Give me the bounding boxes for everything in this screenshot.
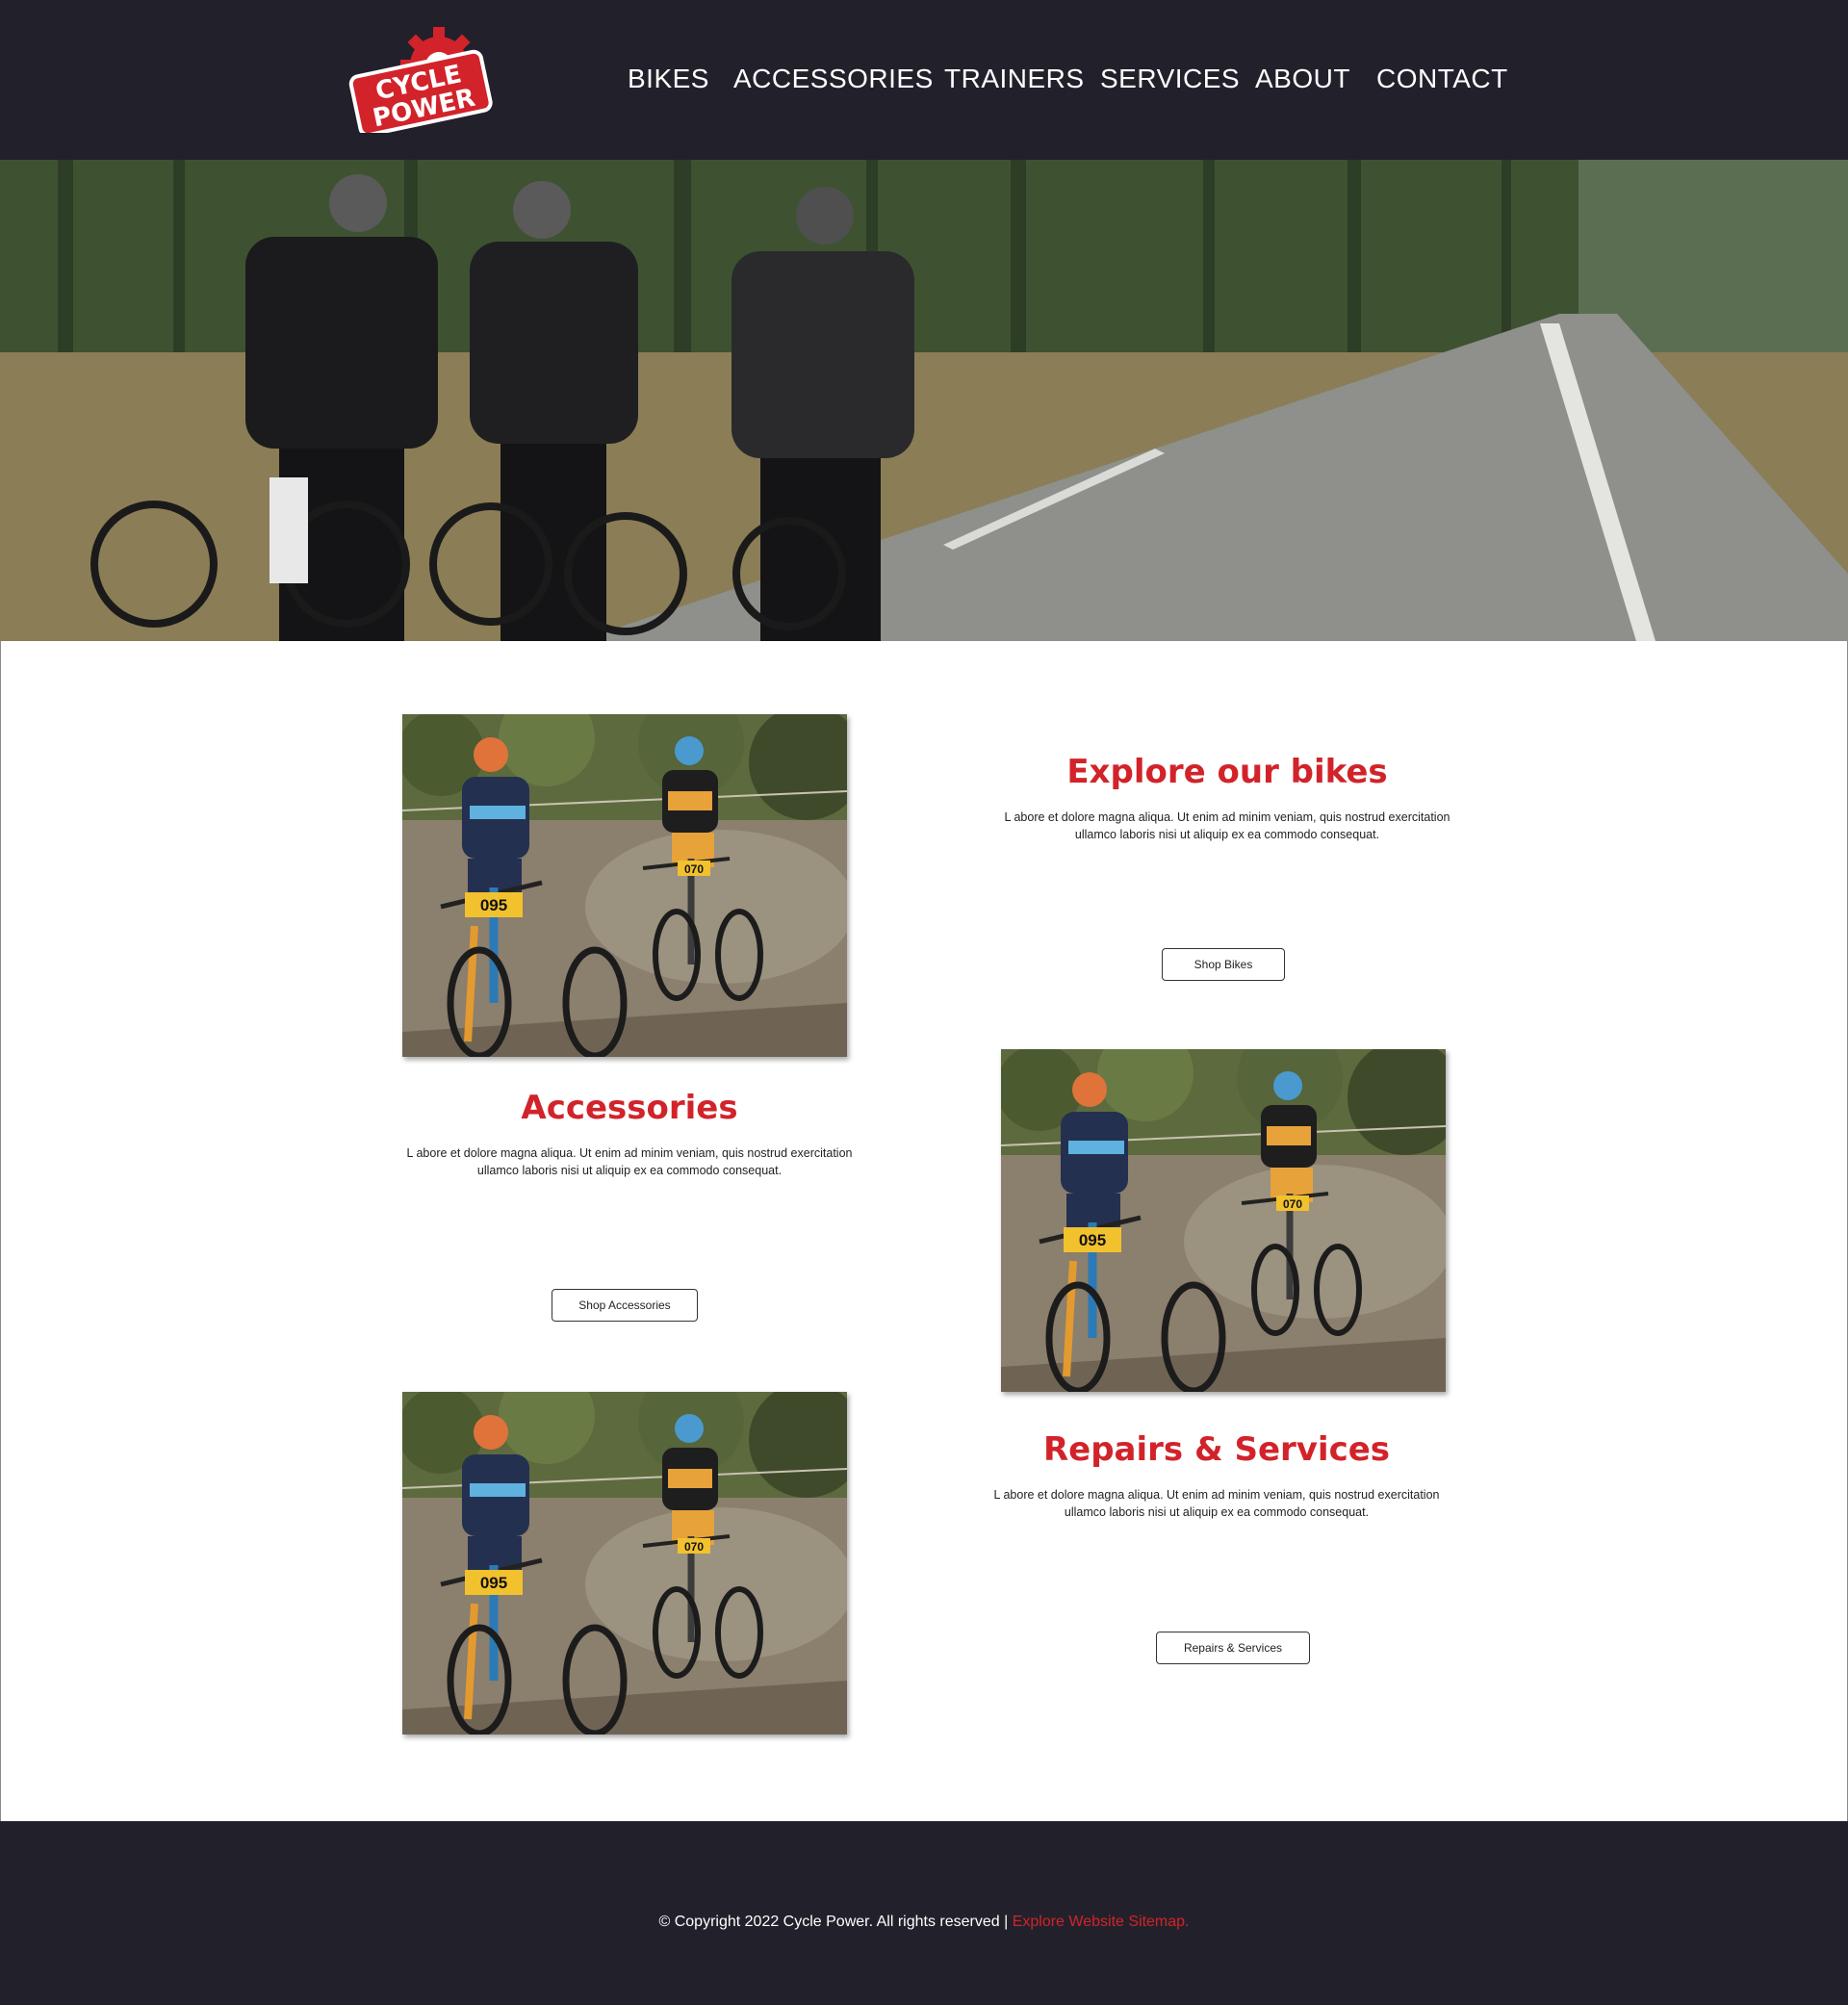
nav-bikes[interactable]: BIKES xyxy=(628,64,709,94)
nav-accessories[interactable]: ACCESSORIES xyxy=(733,64,934,94)
nav-services[interactable]: SERVICES xyxy=(1100,64,1240,94)
services-heading: Repairs & Services xyxy=(1042,1430,1391,1469)
accessories-photo xyxy=(1001,1049,1446,1392)
shop-bikes-button[interactable]: Shop Bikes xyxy=(1162,948,1285,981)
footer-copyright-line: © Copyright 2022 Cycle Power. All rights… xyxy=(0,1914,1848,1931)
site-header: CYCLE POWER BIKES ACCESSORIES TRAINERS S… xyxy=(0,0,1848,160)
copyright-text: © Copyright 2022 Cycle Power. All rights… xyxy=(658,1914,1013,1930)
services-section: Repairs & Services L abore et dolore mag… xyxy=(966,1430,1467,1521)
main-nav: BIKES ACCESSORIES TRAINERS SERVICES ABOU… xyxy=(0,0,1848,160)
bikes-section: Explore our bikes L abore et dolore magn… xyxy=(977,753,1477,843)
accessories-heading: Accessories xyxy=(521,1089,738,1127)
repairs-services-button[interactable]: Repairs & Services xyxy=(1156,1632,1310,1664)
bikes-photo xyxy=(402,714,847,1057)
accessories-text-line2: ullamco laboris nisi ut aliquip ex ea co… xyxy=(476,1164,783,1177)
services-photo xyxy=(402,1392,847,1735)
bikes-text-line2: ullamco laboris nisi ut aliquip ex ea co… xyxy=(1074,828,1380,841)
accessories-text-line1: L abore et dolore magna aliqua. Ut enim … xyxy=(406,1146,853,1160)
nav-about[interactable]: ABOUT xyxy=(1255,64,1350,94)
nav-contact[interactable]: CONTACT xyxy=(1376,64,1508,94)
sitemap-link[interactable]: Explore Website Sitemap. xyxy=(1013,1914,1190,1930)
shop-accessories-button[interactable]: Shop Accessories xyxy=(552,1289,698,1322)
nav-trainers[interactable]: TRAINERS xyxy=(944,64,1085,94)
bikes-text-line1: L abore et dolore magna aliqua. Ut enim … xyxy=(1004,810,1450,824)
accessories-section: Accessories L abore et dolore magna aliq… xyxy=(379,1089,880,1179)
services-text-line2: ullamco laboris nisi ut aliquip ex ea co… xyxy=(1064,1505,1370,1519)
bikes-heading: Explore our bikes xyxy=(1066,753,1388,791)
site-footer: © Copyright 2022 Cycle Power. All rights… xyxy=(0,1821,1848,2005)
hero-image xyxy=(0,160,1848,641)
services-text-line1: L abore et dolore magna aliqua. Ut enim … xyxy=(993,1488,1440,1502)
